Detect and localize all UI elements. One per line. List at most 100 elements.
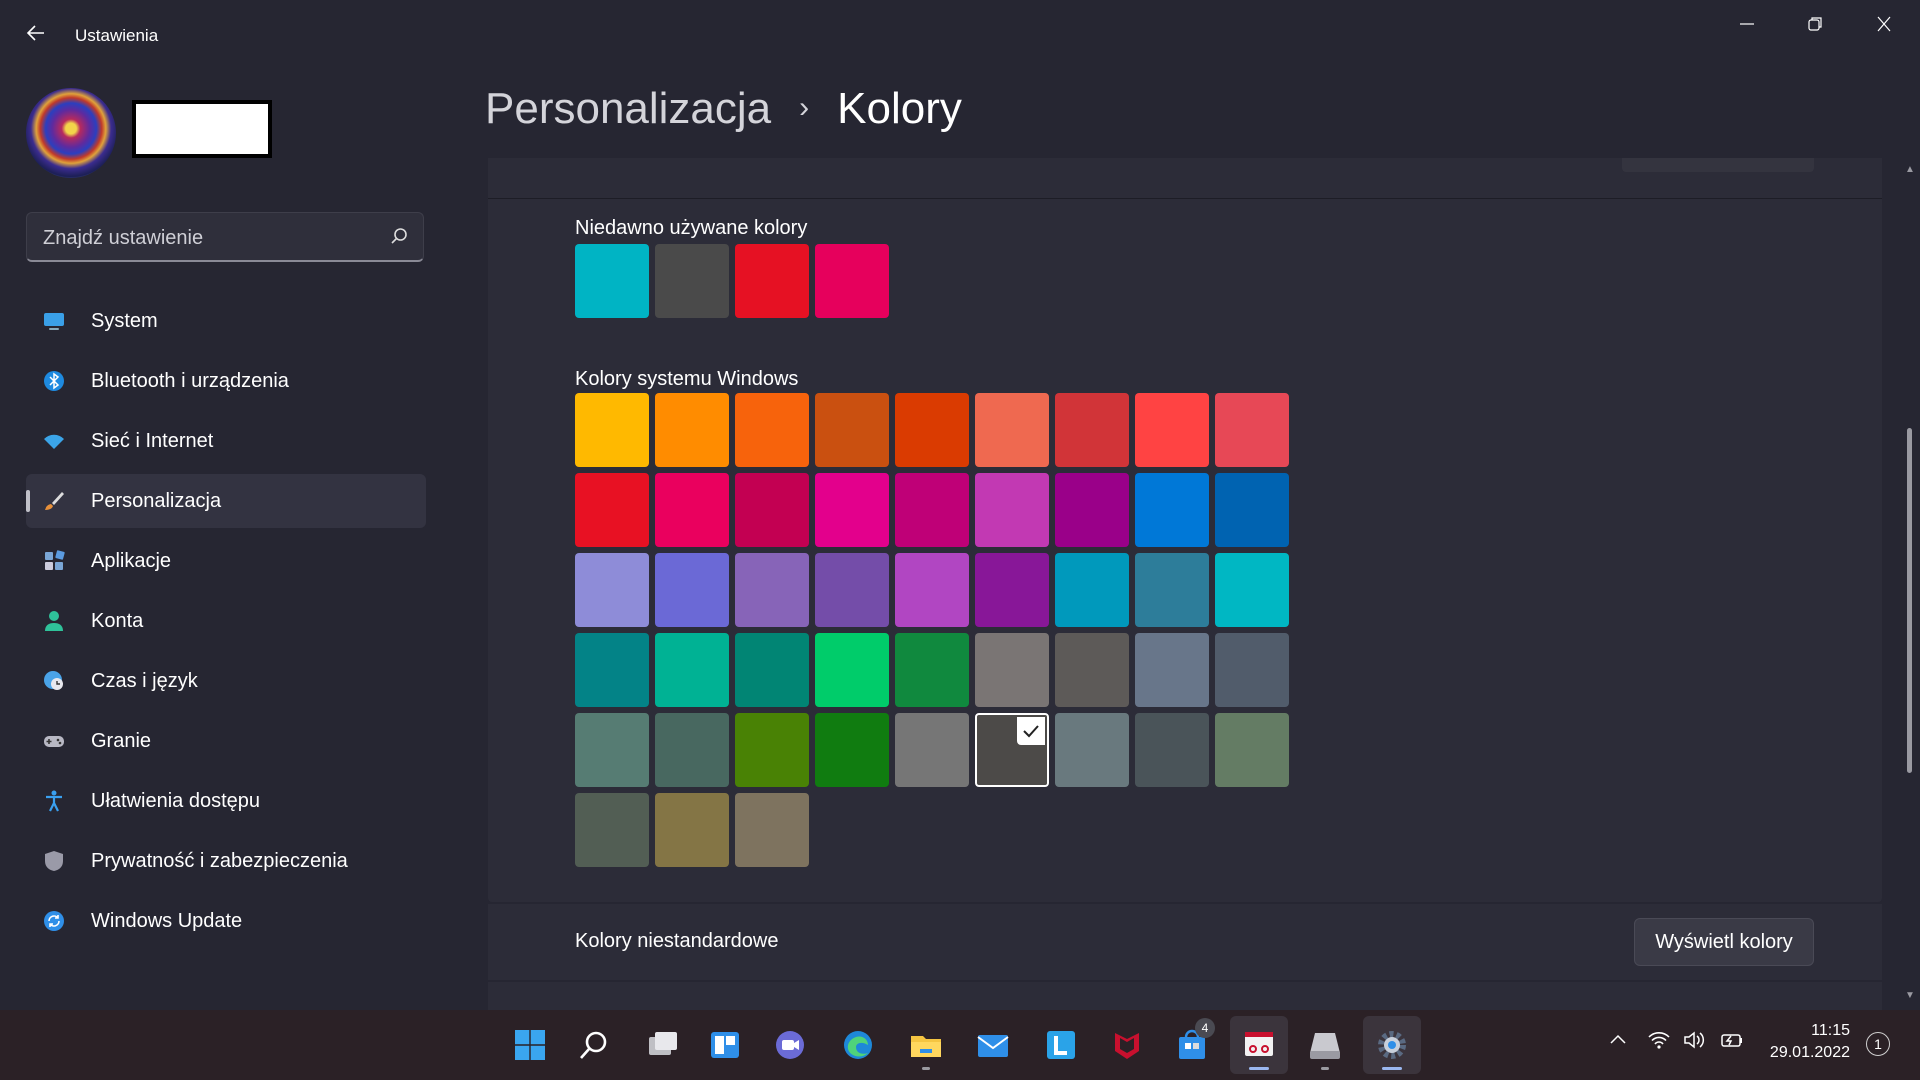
color-swatch[interactable] xyxy=(895,393,969,467)
recent-color-swatch[interactable] xyxy=(815,244,889,318)
color-swatch[interactable] xyxy=(575,553,649,627)
app-title: Ustawienia xyxy=(75,26,159,45)
color-swatch[interactable] xyxy=(895,553,969,627)
color-swatch-selected[interactable] xyxy=(975,713,1049,787)
color-swatch[interactable] xyxy=(655,793,729,867)
color-swatch[interactable] xyxy=(815,473,889,547)
color-swatch[interactable] xyxy=(975,393,1049,467)
mail-icon xyxy=(977,1035,1009,1057)
color-swatch[interactable] xyxy=(735,713,809,787)
color-swatch[interactable] xyxy=(1135,473,1209,547)
color-swatch[interactable] xyxy=(1055,713,1129,787)
restore-button[interactable] xyxy=(1795,12,1835,36)
taskbar-search-button[interactable] xyxy=(565,1016,623,1074)
color-swatch[interactable] xyxy=(815,393,889,467)
taskbar-drive-button[interactable] xyxy=(1296,1016,1354,1074)
sidebar-item-prywatnosc[interactable]: Prywatność i zabezpieczenia xyxy=(26,834,426,888)
search-icon[interactable] xyxy=(389,226,409,246)
color-swatch[interactable] xyxy=(1055,553,1129,627)
color-swatch[interactable] xyxy=(895,713,969,787)
color-swatch[interactable] xyxy=(1215,713,1289,787)
color-swatch[interactable] xyxy=(735,473,809,547)
taskbar-start-button[interactable] xyxy=(501,1016,559,1074)
search-input[interactable] xyxy=(41,213,385,263)
previous-setting-button[interactable] xyxy=(1622,158,1814,172)
taskbar-chat-button[interactable] xyxy=(761,1016,819,1074)
chevron-up-icon[interactable] xyxy=(1608,1030,1628,1050)
color-swatch[interactable] xyxy=(655,553,729,627)
color-swatch[interactable] xyxy=(655,633,729,707)
color-swatch[interactable] xyxy=(655,393,729,467)
color-swatch[interactable] xyxy=(1215,553,1289,627)
color-swatch[interactable] xyxy=(815,633,889,707)
taskbar-store-button[interactable]: 4 xyxy=(1163,1016,1221,1074)
minimize-button[interactable] xyxy=(1727,12,1767,36)
taskbar-task-view-button[interactable] xyxy=(634,1016,692,1074)
taskbar-mail-button[interactable] xyxy=(964,1016,1022,1074)
color-swatch[interactable] xyxy=(1215,633,1289,707)
color-swatch[interactable] xyxy=(735,633,809,707)
color-swatch[interactable] xyxy=(655,473,729,547)
color-swatch[interactable] xyxy=(575,393,649,467)
scrollbar-thumb[interactable] xyxy=(1907,428,1912,773)
sidebar-item-siec[interactable]: Sieć i Internet xyxy=(26,414,426,468)
color-swatch[interactable] xyxy=(1135,393,1209,467)
color-swatch[interactable] xyxy=(1135,633,1209,707)
color-swatch[interactable] xyxy=(1055,473,1129,547)
color-swatch[interactable] xyxy=(735,393,809,467)
taskbar-widgets-button[interactable] xyxy=(696,1016,754,1074)
scroll-down-arrow[interactable]: ▼ xyxy=(1904,990,1916,1002)
volume-icon[interactable] xyxy=(1682,1030,1706,1050)
color-swatch[interactable] xyxy=(975,473,1049,547)
back-button[interactable] xyxy=(22,22,50,50)
sidebar-item-label: Sieć i Internet xyxy=(91,430,214,452)
sidebar-item-windows[interactable]: Windows Update xyxy=(26,894,426,948)
taskbar-file-explorer-button[interactable] xyxy=(897,1016,955,1074)
color-swatch[interactable] xyxy=(735,553,809,627)
color-swatch[interactable] xyxy=(575,633,649,707)
sidebar-item-czas[interactable]: Czas i język xyxy=(26,654,426,708)
color-swatch[interactable] xyxy=(1055,393,1129,467)
search-box[interactable] xyxy=(26,212,424,263)
wifi-icon[interactable] xyxy=(1647,1030,1671,1050)
breadcrumb-parent[interactable]: Personalizacja xyxy=(485,84,771,133)
recent-color-swatch[interactable] xyxy=(575,244,649,318)
color-swatch[interactable] xyxy=(975,633,1049,707)
color-swatch[interactable] xyxy=(735,793,809,867)
sidebar-item-granie[interactable]: Granie xyxy=(26,714,426,768)
color-swatch[interactable] xyxy=(895,633,969,707)
view-colors-button[interactable]: Wyświetl kolory xyxy=(1634,918,1814,966)
color-swatch[interactable] xyxy=(1055,633,1129,707)
color-swatch[interactable] xyxy=(655,713,729,787)
clock[interactable]: 11:15 29.01.2022 xyxy=(1764,1020,1850,1064)
taskbar-mcafee-button[interactable] xyxy=(1098,1016,1156,1074)
sidebar-item-system[interactable]: System xyxy=(26,294,426,348)
color-swatch[interactable] xyxy=(575,713,649,787)
color-swatch[interactable] xyxy=(895,473,969,547)
close-button[interactable] xyxy=(1864,12,1904,36)
color-swatch[interactable] xyxy=(815,553,889,627)
sidebar-item-personalizacja[interactable]: Personalizacja xyxy=(26,474,426,528)
battery-charging-icon[interactable] xyxy=(1718,1030,1744,1050)
scroll-up-arrow[interactable]: ▲ xyxy=(1904,164,1916,176)
color-swatch[interactable] xyxy=(575,793,649,867)
sidebar-item-konta[interactable]: Konta xyxy=(26,594,426,648)
notification-count-badge[interactable]: 1 xyxy=(1866,1032,1890,1056)
color-swatch[interactable] xyxy=(1215,393,1289,467)
recent-color-swatch[interactable] xyxy=(655,244,729,318)
taskbar-l-app-button[interactable] xyxy=(1032,1016,1090,1074)
color-swatch[interactable] xyxy=(1135,553,1209,627)
color-swatch[interactable] xyxy=(1215,473,1289,547)
color-swatch[interactable] xyxy=(975,553,1049,627)
taskbar-settings-button[interactable] xyxy=(1363,1016,1421,1074)
color-swatch[interactable] xyxy=(575,473,649,547)
taskbar-edge-button[interactable] xyxy=(829,1016,887,1074)
color-swatch[interactable] xyxy=(815,713,889,787)
sidebar-item-uatwienia[interactable]: Ułatwienia dostępu xyxy=(26,774,426,828)
sidebar-item-aplikacje[interactable]: Aplikacje xyxy=(26,534,426,588)
avatar[interactable] xyxy=(26,88,116,178)
taskbar-snipping-tool-button[interactable] xyxy=(1230,1016,1288,1074)
sidebar-item-bluetooth[interactable]: Bluetooth i urządzenia xyxy=(26,354,426,408)
color-swatch[interactable] xyxy=(1135,713,1209,787)
recent-color-swatch[interactable] xyxy=(735,244,809,318)
